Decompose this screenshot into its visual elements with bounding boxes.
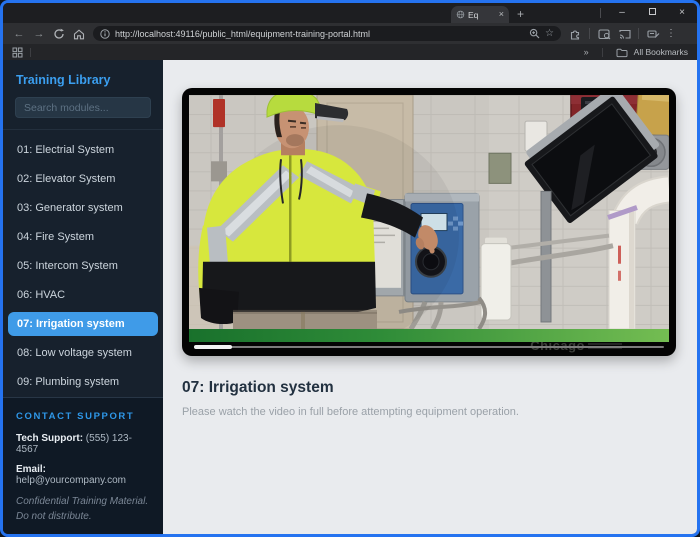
globe-icon — [456, 10, 465, 19]
sidebar-item-02[interactable]: 02: Elevator System — [3, 165, 163, 194]
sidebar-item-06[interactable]: 06: HVAC — [3, 281, 163, 310]
bookmarks-overflow-icon[interactable]: » — [584, 47, 589, 57]
sidebar-item-01[interactable]: 01: Electrial System — [3, 136, 163, 165]
sidebar-item-08[interactable]: 08: Low voltage system — [3, 339, 163, 368]
email-value[interactable]: help@yourcompany.com — [16, 475, 126, 486]
page-title: Training Library — [16, 73, 111, 87]
bookmarks-separator — [601, 47, 603, 57]
home-icon[interactable] — [69, 28, 89, 40]
zoom-icon[interactable] — [529, 28, 540, 39]
zipper — [289, 155, 292, 262]
email-line: Email: help@yourcompany.com — [16, 464, 150, 486]
module-list: 01: Electrial System 02: Elevator System… — [3, 130, 163, 397]
url-text[interactable]: http://localhost:49116/public_html/equip… — [115, 29, 524, 39]
email-label: Email: — [16, 464, 47, 475]
browser-toolbar: ← → http://localhost:49116/public_html/e… — [3, 23, 697, 44]
sidebar-item-07-selected[interactable]: 07: Irrigation system — [8, 312, 158, 336]
tab-title: Eq — [468, 9, 479, 20]
search-input[interactable] — [15, 97, 151, 118]
window-maximize-button[interactable] — [637, 3, 667, 23]
address-bar[interactable]: http://localhost:49116/public_html/equip… — [93, 26, 561, 41]
contact-support-heading: CONTACT SUPPORT — [16, 411, 135, 422]
browser-window: Eq × + – × ← → http://localhost:49116/pu… — [0, 0, 700, 537]
tech-support-label: Tech Support: — [16, 433, 84, 444]
profile-icon[interactable] — [643, 28, 663, 40]
video-progress-fill — [194, 344, 232, 349]
red-valve-handle — [213, 99, 225, 128]
all-bookmarks-button[interactable]: All Bookmarks — [634, 47, 688, 57]
tech-support-line: Tech Support: (555) 123-4567 — [16, 433, 150, 455]
toolbar-separator — [638, 28, 639, 39]
bookmarks-separator — [30, 47, 31, 57]
new-tab-button[interactable]: + — [517, 7, 524, 21]
video-player[interactable]: Chicago — [182, 88, 676, 356]
browser-tab[interactable]: Eq × — [451, 6, 509, 23]
sidebar-item-05[interactable]: 05: Intercom System — [3, 252, 163, 281]
main-content: Chicago 07: Irrigation system Please wat… — [163, 60, 697, 534]
video-controls — [189, 342, 669, 351]
junction-box — [488, 152, 512, 184]
sidebar-item-09[interactable]: 09: Plumbing system — [3, 368, 163, 397]
menu-icon[interactable]: ⋮ — [663, 28, 679, 39]
sidebar-item-03[interactable]: 03: Generator system — [3, 194, 163, 223]
tab-search-icon[interactable] — [594, 28, 614, 40]
site-info-icon[interactable] — [100, 28, 110, 39]
bookmarks-bar: » All Bookmarks — [3, 44, 697, 60]
confidential-disclaimer: Confidential Training Material. Do not d… — [16, 496, 149, 522]
sidebar: Training Library 01: Electrial System 02… — [3, 60, 163, 534]
apps-grid-icon[interactable] — [12, 47, 23, 58]
forward-icon[interactable]: → — [29, 28, 49, 40]
extensions-icon[interactable] — [565, 28, 585, 40]
toolbar-separator — [589, 28, 590, 39]
khaki-pants — [233, 309, 377, 329]
video-description: Please watch the video in full before at… — [182, 406, 519, 418]
cast-icon[interactable] — [614, 28, 634, 40]
video-title-heading: 07: Irrigation system — [182, 379, 334, 396]
bookmark-star-icon[interactable]: ☆ — [545, 28, 554, 39]
sidebar-item-04[interactable]: 04: Fire System — [3, 223, 163, 252]
video-frame[interactable] — [189, 95, 669, 329]
page-content: Training Library 01: Electrial System 02… — [3, 60, 697, 534]
video-lower-third-band — [189, 329, 669, 342]
reload-icon[interactable] — [49, 28, 69, 40]
tab-close-icon[interactable]: × — [499, 10, 504, 19]
back-icon[interactable]: ← — [9, 28, 29, 40]
window-controls: – × — [600, 3, 697, 23]
titlebar-separator — [600, 8, 601, 18]
window-minimize-button[interactable]: – — [607, 3, 637, 23]
window-close-button[interactable]: × — [667, 3, 697, 23]
contact-support-panel: CONTACT SUPPORT Tech Support: (555) 123-… — [3, 397, 163, 534]
folder-icon — [616, 48, 628, 57]
browser-titlebar: Eq × + – × — [3, 3, 697, 23]
video-progress-bar[interactable] — [194, 344, 664, 349]
